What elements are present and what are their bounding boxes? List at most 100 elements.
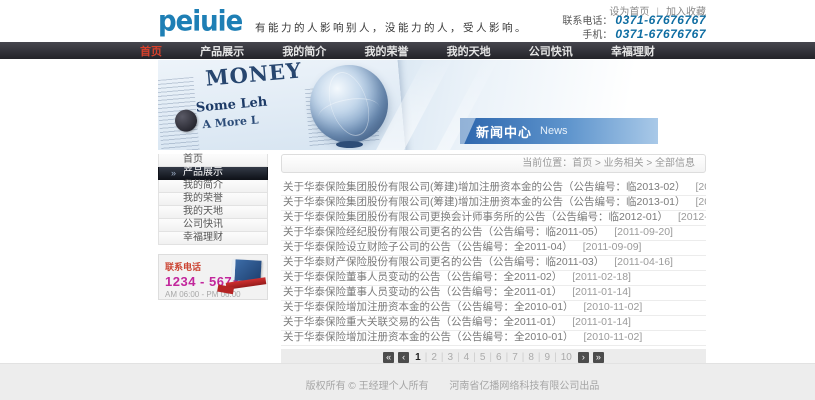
mobile-label: 手机： [582,30,612,41]
first-page-button[interactable]: « [383,352,394,363]
footer: 版权所有 © 王经理个人所有 河南省亿播网络科技有限公司出品 [0,363,815,400]
section-title-bar: 新闻中心 News [460,118,658,144]
page-number[interactable]: 9 [534,352,550,363]
main-nav-items: 首页 产品展示 我的简介 我的荣誉 我的天地 公司快讯 幸福理财 [140,42,655,59]
main-nav: 首页 产品展示 我的简介 我的荣誉 我的天地 公司快讯 幸福理财 [0,42,815,59]
content-area: 首页 产品展示 我的简介 我的荣誉 我的天地 [158,154,706,365]
news-item-title: 关于华泰保险董事人员变动的公告（公告编号：全2011-02） [283,271,562,283]
nav-item[interactable]: 我的荣誉 [364,43,408,59]
main-column: 当前位置：首页 > 业务相关 > 全部信息 关于华泰保险集团股份有限公司(筹建)… [281,154,706,365]
sidebar: 首页 产品展示 我的简介 我的荣誉 我的天地 [158,154,268,365]
news-item-date: [2011-04-16] [614,256,673,268]
globe-icon [310,65,388,143]
sidebar-item[interactable]: 我的荣誉 [158,193,268,206]
news-item-title: 关于华泰保险增加注册资本金的公告（公告编号：全2010-01） [283,331,574,343]
news-item-title: 关于华泰保险设立财险子公司的公告（公告编号：全2011-04） [283,241,573,253]
nav-item[interactable]: 产品展示 [200,43,244,59]
mobile-number: 0371-67676767 [615,27,706,41]
phone-number: 0371-67676767 [615,13,706,27]
news-item-date: [2010-11-02] [583,301,642,313]
news-item[interactable]: 关于华泰财产保险股份有限公司更名的公告（公告编号：临2011-03） [2011… [281,256,706,271]
page-number[interactable]: 8 [518,352,534,363]
nav-item[interactable]: 公司快讯 [529,43,573,59]
page-number[interactable]: 3 [437,352,453,363]
phone-card-hours: AM 06:00 - PM 06:00 [165,290,261,299]
news-item-title: 关于华泰保险集团股份有限公司(筹建)增加注册资本金的公告（公告编号：临2013-… [283,181,686,193]
sidebar-item[interactable]: 首页 [158,154,268,167]
sidebar-menu: 首页 产品展示 我的简介 我的荣誉 我的天地 [158,154,268,245]
news-item[interactable]: 关于华泰保险设立财险子公司的公告（公告编号：全2011-04） [2011-09… [281,241,706,256]
contact-mobile-row: 手机：0371-67676767 [562,28,706,42]
prev-page-button[interactable]: ‹ [398,352,409,363]
top-bar-inner: peiuie 有能力的人影响别人，没能力的人，受人影响。 设为首页加入收藏 联系… [158,0,706,42]
sidebar-item[interactable]: 我的简介 [158,180,268,193]
section-title-en: News [540,125,568,137]
page-numbers: 12345678910 [415,352,572,363]
news-item[interactable]: 关于华泰保险董事人员变动的公告（公告编号：全2011-02） [2011-02-… [281,271,706,286]
news-item-date: [2010-11-02] [583,331,642,343]
site-tagline: 有能力的人影响别人，没能力的人，受人影响。 [255,20,528,35]
news-item[interactable]: 关于华泰保险集团股份有限公司(筹建)增加注册资本金的公告（公告编号：临2013-… [281,181,706,196]
footer-credit: 河南省亿播网络科技有限公司出品 [449,381,599,392]
page-number[interactable]: 5 [469,352,485,363]
news-item-title: 关于华泰保险重大关联交易的公告（公告编号：全2011-01） [283,316,562,328]
section-title: 新闻中心 [476,122,532,141]
sidebar-item[interactable]: 公司快讯 [158,219,268,232]
news-item-title: 关于华泰保险增加注册资本金的公告（公告编号：全2010-01） [283,301,574,313]
site-logo[interactable]: peiuie [158,6,242,38]
news-item-date: [2011-01-14] [572,316,631,328]
news-item[interactable]: 关于华泰保险集团股份有限公司更换会计师事务所的公告（公告编号：临2012-01）… [281,211,706,226]
last-page-button[interactable]: » [593,352,604,363]
page-number[interactable]: 4 [453,352,469,363]
news-item[interactable]: 关于华泰保险重大关联交易的公告（公告编号：全2011-01） [2011-01-… [281,316,706,331]
globe-stand [336,141,363,148]
news-item[interactable]: 关于华泰保险董事人员变动的公告（公告编号：全2011-01） [2011-01-… [281,286,706,301]
news-item-title: 关于华泰保险集团股份有限公司更换会计师事务所的公告（公告编号：临2012-01） [283,211,668,223]
news-item[interactable]: 关于华泰保险集团股份有限公司(筹建)增加注册资本金的公告（公告编号：临2013-… [281,196,706,211]
sidebar-item-label: 我的简介 [183,180,223,191]
news-item[interactable]: 关于华泰保险增加注册资本金的公告（公告编号：全2010-01） [2010-11… [281,331,706,346]
news-item-date: [2011-01-14] [572,286,631,298]
news-item[interactable]: 关于华泰保险增加注册资本金的公告（公告编号：全2010-01） [2010-11… [281,301,706,316]
news-item-date: [2011-02-18] [572,271,631,283]
sidebar-item-label: 产品展示 [183,167,223,178]
next-page-button[interactable]: › [578,352,589,363]
footer-copyright: 版权所有 © 王经理个人所有 [306,381,429,392]
nav-item[interactable]: 幸福理财 [611,43,655,59]
page-number[interactable]: 2 [421,352,437,363]
sidebar-item[interactable]: 我的天地 [158,206,268,219]
top-bar: peiuie 有能力的人影响别人，没能力的人，受人影响。 设为首页加入收藏 联系… [0,0,815,42]
page-number[interactable]: 10 [550,352,572,363]
banner: MONEY Some Leh A More L 新闻中心 News [158,60,706,150]
sidebar-item-label: 公司快讯 [183,219,223,230]
news-item-date: [2013-12-17] [695,181,706,193]
page-number[interactable]: 7 [502,352,518,363]
page-number[interactable]: 6 [485,352,501,363]
sidebar-item-label: 幸福理财 [183,232,223,243]
sidebar-item-label: 首页 [183,154,203,165]
news-item[interactable]: 关于华泰保险经纪股份有限公司更名的公告（公告编号：临2011-05） [2011… [281,226,706,241]
nav-item[interactable]: 我的天地 [447,43,491,59]
news-item-date: [2011-09-09] [583,241,642,253]
sidebar-item[interactable]: 产品展示 [158,167,268,180]
sidebar-item[interactable]: 幸福理财 [158,232,268,245]
contact-phone-row: 联系电话：0371-67676767 [562,14,706,28]
breadcrumb: 当前位置：首页 > 业务相关 > 全部信息 [281,154,706,173]
nav-item[interactable]: 我的简介 [282,43,326,59]
newspaper-masthead: MONEY [204,60,303,91]
breadcrumb-path: 首页 > 业务相关 > 全部信息 [572,158,695,169]
page-body: MONEY Some Leh A More L 新闻中心 News 首页 产品展… [158,60,706,365]
nav-item[interactable]: 首页 [140,43,162,59]
news-item-title: 关于华泰保险董事人员变动的公告（公告编号：全2011-01） [283,286,562,298]
news-item-title: 关于华泰保险集团股份有限公司(筹建)增加注册资本金的公告（公告编号：临2013-… [283,196,686,208]
news-item-date: [2013-03-11] [695,196,706,208]
service-phone-card: 联系电话 1234 - 5678 AM 06:00 - PM 06:00 [158,254,268,300]
news-item-date: [2011-09-20] [614,226,673,238]
news-item-date: [2012-04-09] [678,211,706,223]
sidebar-item-label: 我的荣誉 [183,193,223,204]
contact-info: 联系电话：0371-67676767 手机：0371-67676767 [562,14,706,42]
news-item-title: 关于华泰财产保险股份有限公司更名的公告（公告编号：临2011-03） [283,256,604,268]
chevron-right-icon [171,167,176,179]
newspaper-headline: A More L [202,113,259,131]
news-item-title: 关于华泰保险经纪股份有限公司更名的公告（公告编号：临2011-05） [283,226,604,238]
